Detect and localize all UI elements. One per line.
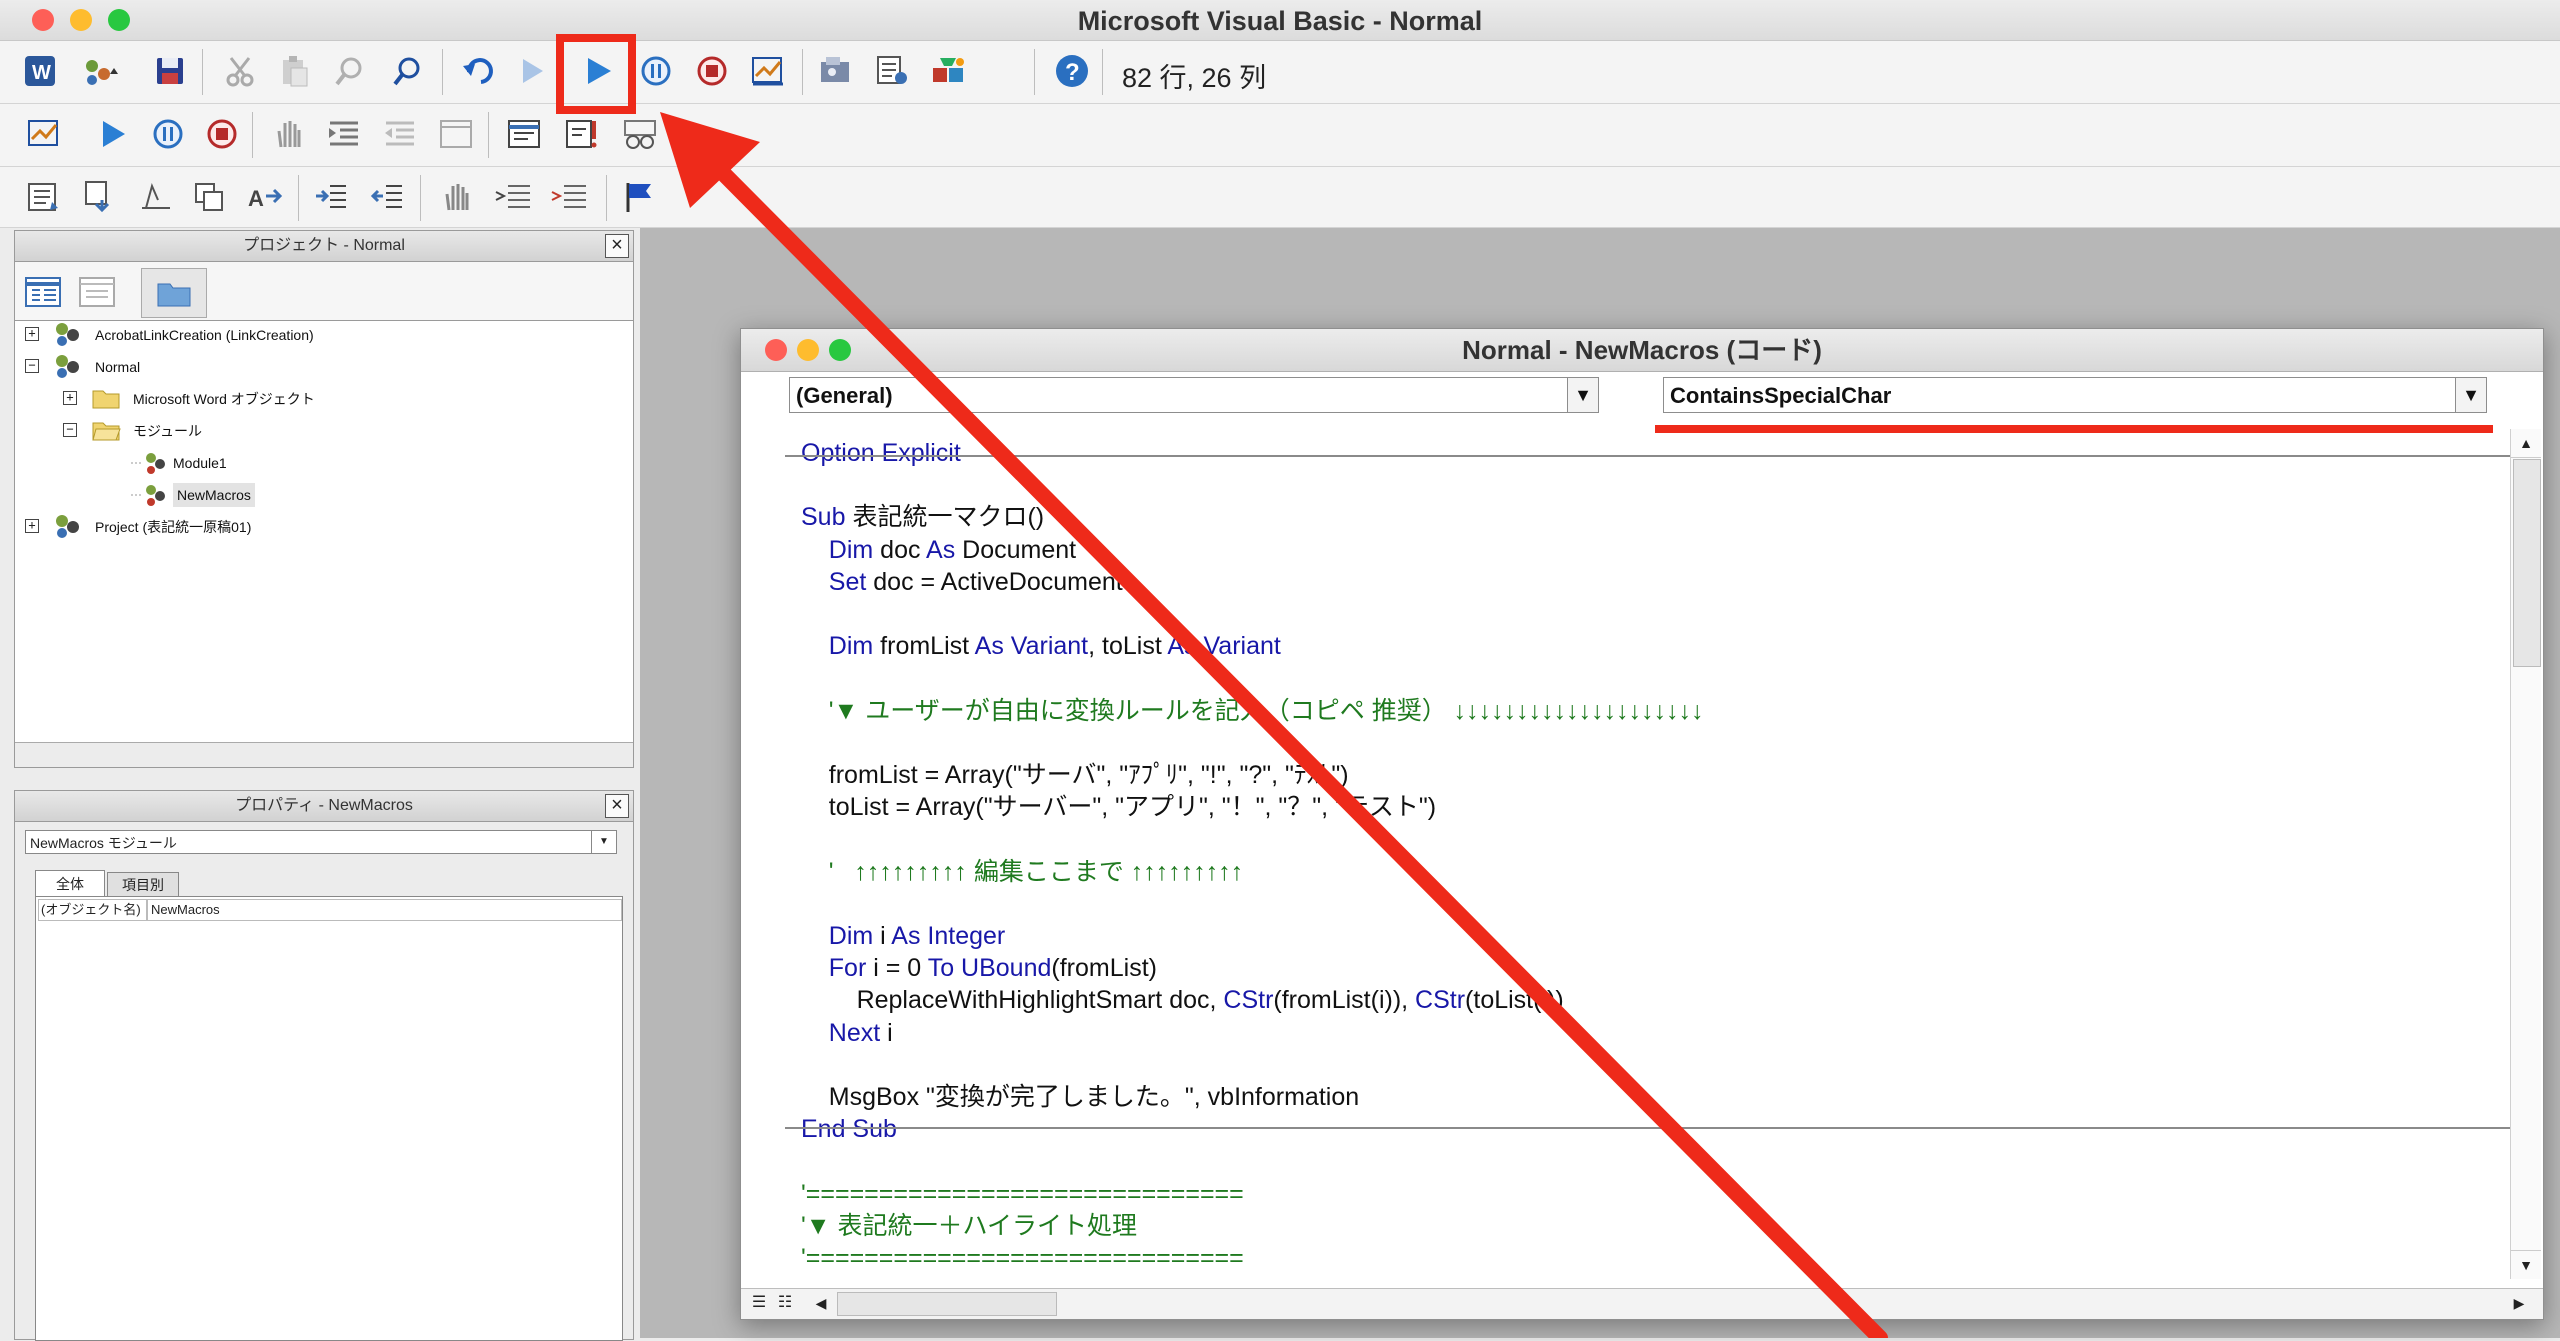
annotation-arrow [660, 112, 1888, 1338]
